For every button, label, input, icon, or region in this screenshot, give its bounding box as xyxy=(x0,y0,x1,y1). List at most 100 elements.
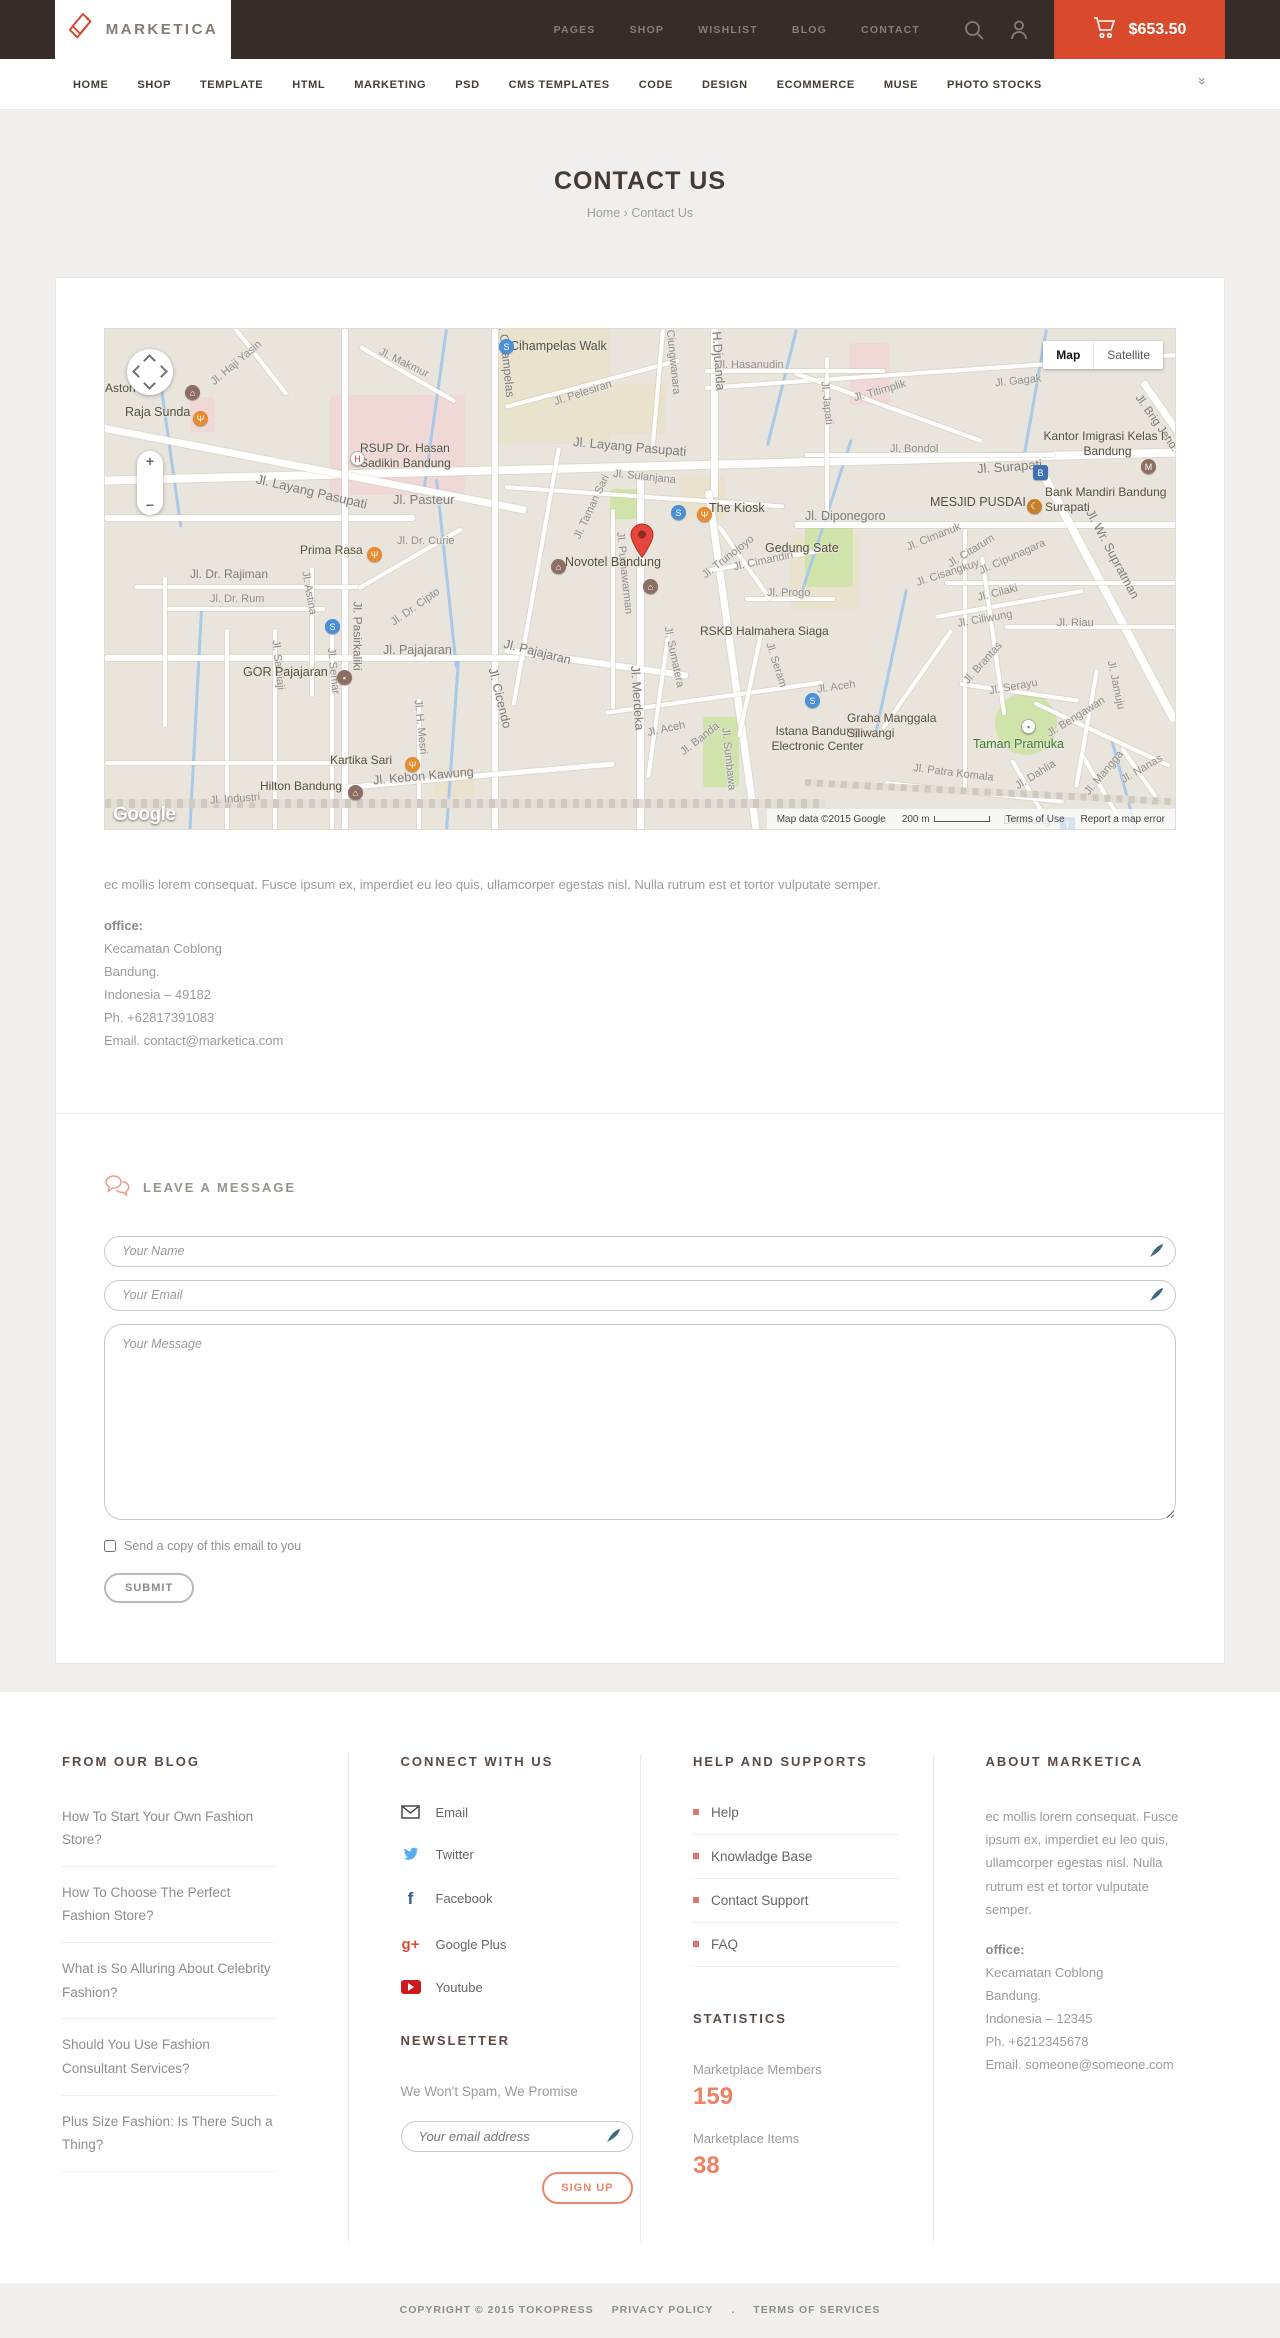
subnav-photo-stocks[interactable]: PHOTO STOCKS xyxy=(947,79,1042,91)
subnav-psd[interactable]: PSD xyxy=(455,79,479,91)
office-line: Kecamatan Coblong xyxy=(104,940,222,956)
map-label: Jl. Pasteur xyxy=(393,492,455,507)
map-type-map-button[interactable]: Map xyxy=(1043,341,1095,369)
help-link[interactable]: Help xyxy=(693,1805,898,1835)
map-label: Jl. Pajajaran xyxy=(502,636,573,668)
pen-icon xyxy=(1149,1287,1164,1307)
blog-link[interactable]: How To Choose The Perfect Fashion Store? xyxy=(62,1881,277,1944)
search-icon[interactable] xyxy=(963,19,985,41)
pan-up-icon[interactable] xyxy=(143,354,156,367)
report-map-error-link[interactable]: Report a map error xyxy=(1081,814,1165,825)
map-type-satellite-button[interactable]: Satellite xyxy=(1094,341,1163,369)
map-label: Jl. Hasanudin xyxy=(717,359,784,371)
primary-nav: PAGES SHOP WISHLIST BLOG CONTACT xyxy=(554,0,920,59)
subnav-marketing[interactable]: MARKETING xyxy=(354,79,426,91)
email-input[interactable] xyxy=(104,1279,1176,1311)
blog-link[interactable]: What is So Alluring About Celebrity Fash… xyxy=(62,1957,277,2020)
connect-email-link[interactable]: Email xyxy=(401,1805,641,1820)
privacy-policy-link[interactable]: PRIVACY POLICY xyxy=(612,2304,714,2316)
pan-left-icon[interactable] xyxy=(132,365,145,378)
footer-bottom-bar: COPYRIGHT © 2015 TOKOPRESS PRIVACY POLIC… xyxy=(0,2282,1280,2338)
terms-of-services-link[interactable]: TERMS OF SERVICES xyxy=(753,2304,880,2316)
zoom-in-icon[interactable]: + xyxy=(146,454,154,468)
subnav-home[interactable]: HOME xyxy=(73,79,108,91)
pan-right-icon[interactable] xyxy=(155,365,168,378)
google-map[interactable]: Jl. Haji Yasin Jl. Makmur Jl. Layang Pasup… xyxy=(104,328,1176,830)
map-river xyxy=(765,329,798,447)
map-poi-icon: Ψ xyxy=(367,547,382,562)
brand-tag-icon xyxy=(68,12,96,48)
map-scalebar xyxy=(933,816,990,822)
subnav-shop[interactable]: SHOP xyxy=(137,79,171,91)
nav-contact[interactable]: CONTACT xyxy=(861,24,920,36)
office-line: Bandung. xyxy=(104,964,160,980)
map-label: Jl. Taman Sari xyxy=(571,472,612,542)
map-label: Kantor Imigrasi Kelas I - Bandung xyxy=(1043,429,1172,458)
category-nav: HOME SHOP TEMPLATE HTML MARKETING PSD CM… xyxy=(0,59,1280,110)
signup-button[interactable]: SIGN UP xyxy=(542,2171,633,2204)
map-label: Jl. Patra Komala xyxy=(912,762,995,784)
nav-shop[interactable]: SHOP xyxy=(630,24,665,36)
connect-twitter-link[interactable]: Twitter xyxy=(401,1847,641,1862)
map-poi-icon: H xyxy=(350,451,365,466)
brand-logo[interactable]: MARKETICA xyxy=(55,0,231,59)
nav-pages[interactable]: PAGES xyxy=(554,24,596,36)
youtube-icon xyxy=(400,1980,421,1995)
send-copy-checkbox[interactable] xyxy=(104,1539,116,1552)
blog-link[interactable]: Plus Size Fashion: Is There Such a Thing… xyxy=(62,2110,277,2172)
nav-wishlist[interactable]: WISHLIST xyxy=(698,24,758,36)
footer-heading-blog: FROM OUR BLOG xyxy=(62,1753,200,1769)
map-label: Jl. Aceh xyxy=(646,719,687,739)
map-label: Jl. Seram xyxy=(763,641,790,689)
faq-link[interactable]: FAQ xyxy=(693,1937,898,1967)
map-type-control: Map Satellite xyxy=(1043,341,1163,369)
pan-down-icon[interactable] xyxy=(143,377,156,390)
contact-intro-text: ec mollis lorem consequat. Fusce ipsum e… xyxy=(104,877,881,892)
subnav-code[interactable]: CODE xyxy=(639,79,673,91)
chat-bubbles-icon xyxy=(104,1174,131,1202)
map-label: Jl. Haji Yasin xyxy=(208,338,265,388)
message-textarea[interactable] xyxy=(104,1323,1176,1520)
name-input[interactable] xyxy=(104,1235,1176,1267)
terms-of-use-link[interactable]: Terms of Use xyxy=(1006,814,1065,825)
connect-youtube-link[interactable]: Youtube xyxy=(400,1980,641,1995)
knowledge-base-link[interactable]: Knowladge Base xyxy=(693,1849,898,1879)
map-pan-control[interactable] xyxy=(127,349,173,395)
map-label: Taman Pramuka xyxy=(973,737,1065,751)
subnav-template[interactable]: TEMPLATE xyxy=(200,79,263,91)
submit-button[interactable]: SUBMIT xyxy=(104,1572,195,1603)
connect-googleplus-link[interactable]: g+ Google Plus xyxy=(401,1936,641,1953)
chevron-down-icon[interactable]: » xyxy=(1195,77,1211,85)
subnav-cms-templates[interactable]: CMS TEMPLATES xyxy=(509,79,610,91)
newsletter-email-input[interactable] xyxy=(400,2120,633,2152)
office-line: Indonesia – 49182 xyxy=(104,987,211,1003)
user-icon[interactable] xyxy=(1009,19,1029,41)
blog-link[interactable]: How To Start Your Own Fashion Store? xyxy=(62,1805,277,1867)
contact-support-link[interactable]: Contact Support xyxy=(693,1893,898,1923)
map-poi-icon: B xyxy=(1033,465,1048,480)
nav-blog[interactable]: BLOG xyxy=(792,24,827,36)
connect-facebook-link[interactable]: f Facebook xyxy=(401,1889,641,1909)
footer-heading-connect: CONNECT WITH US xyxy=(400,1753,554,1769)
map-label: Jl. Dr. Rajiman xyxy=(190,567,269,581)
breadcrumb-home[interactable]: Home xyxy=(587,206,620,220)
map-label: Jl. Layang Pasupati xyxy=(572,434,687,459)
map-road xyxy=(492,329,498,829)
subnav-design[interactable]: DESIGN xyxy=(702,79,748,91)
google-logo[interactable]: Google xyxy=(113,804,176,826)
map-label: Jl. Diponegoro xyxy=(805,509,886,523)
footer-connect-column: CONNECT WITH US Email Twitter f Facebook… xyxy=(347,1753,641,2243)
zoom-out-icon[interactable]: − xyxy=(146,498,154,512)
send-copy-label[interactable]: Send a copy of this email to you xyxy=(124,1539,301,1553)
cart-button[interactable]: $653.50 xyxy=(1054,0,1225,59)
subnav-muse[interactable]: MUSE xyxy=(884,79,918,91)
blog-link[interactable]: Should You Use Fashion Consultant Servic… xyxy=(62,2033,277,2096)
google-plus-icon: g+ xyxy=(401,1935,420,1953)
office-line: Indonesia – 12345 xyxy=(985,2010,1093,2026)
map-marker-pin[interactable] xyxy=(630,523,654,564)
map-zoom-control[interactable]: + − xyxy=(137,451,163,515)
subnav-html[interactable]: HTML xyxy=(292,79,325,91)
map-label: Jl. Riau xyxy=(1057,617,1094,629)
subnav-ecommerce[interactable]: ECOMMERCE xyxy=(777,79,855,91)
office-line: Email. contact@marketica.com xyxy=(104,1033,284,1049)
